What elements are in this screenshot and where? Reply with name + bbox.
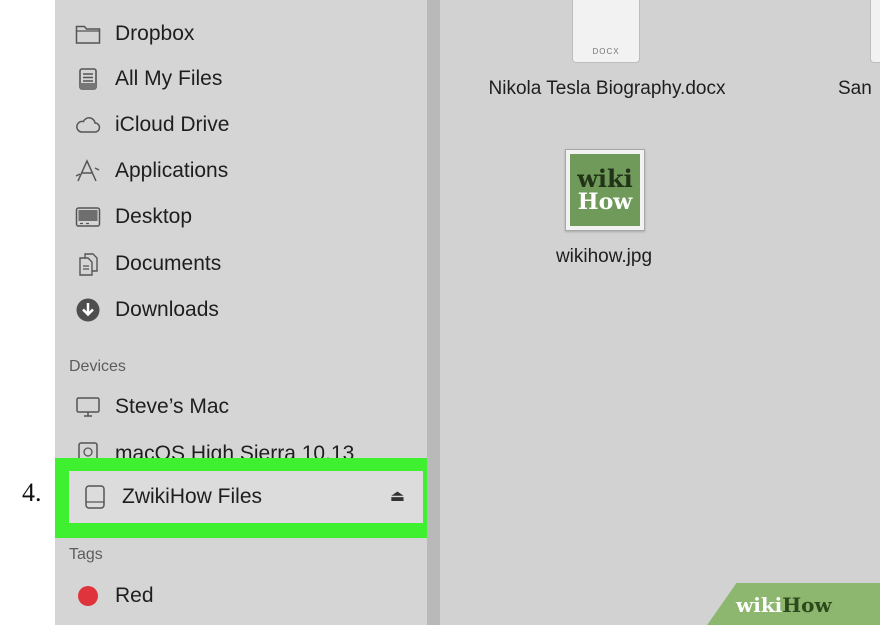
sidebar-item-documents[interactable]: Documents bbox=[75, 244, 221, 284]
thumbnail-text-line1: wiki bbox=[577, 164, 633, 193]
sidebar-item-downloads[interactable]: Downloads bbox=[75, 290, 219, 330]
sidebar-item-label: Downloads bbox=[115, 298, 219, 321]
applications-icon bbox=[75, 158, 101, 184]
sidebar-item-desktop[interactable]: Desktop bbox=[75, 197, 192, 237]
zwikihow-files-row: ZwikiHow Files bbox=[82, 471, 262, 523]
sidebar-item-label: Steve’s Mac bbox=[115, 395, 229, 418]
drive-icon bbox=[82, 484, 108, 510]
devices-section-label: Devices bbox=[69, 358, 126, 375]
file-icon-partial bbox=[870, 0, 880, 63]
sidebar-item-label: Red bbox=[115, 584, 154, 607]
step-number: 4. bbox=[22, 478, 42, 507]
sidebar-item-all-my-files[interactable]: All My Files bbox=[75, 59, 222, 99]
sidebar-item-dropbox[interactable]: Dropbox bbox=[75, 14, 194, 54]
wikihow-watermark: wikiHow bbox=[736, 593, 832, 617]
sidebar-item-icloud-drive[interactable]: iCloud Drive bbox=[75, 105, 229, 145]
file-name: Nikola Tesla Biography.docx bbox=[488, 78, 726, 99]
file-name: wikihow.jpg bbox=[555, 246, 653, 267]
eject-icon[interactable]: ⏏ bbox=[390, 486, 405, 506]
sidebar-item-label: Documents bbox=[115, 252, 222, 275]
cloud-icon bbox=[75, 112, 101, 138]
sidebar-item-label: ZwikiHow Files bbox=[122, 485, 263, 508]
all-files-icon bbox=[75, 66, 101, 92]
docx-icon-label: DOCX bbox=[592, 47, 620, 56]
sidebar-item-label: All My Files bbox=[115, 67, 223, 90]
red-tag-dot-icon bbox=[75, 583, 101, 609]
selection-highlight-box: ZwikiHow Files ⏏ bbox=[55, 458, 436, 538]
desktop-icon bbox=[75, 204, 101, 230]
sidebar-item-label: Desktop bbox=[115, 205, 193, 228]
documents-icon bbox=[75, 251, 101, 277]
sidebar-splitter[interactable] bbox=[427, 0, 440, 625]
image-thumbnail: wiki How bbox=[565, 149, 645, 231]
sidebar-item-label: Dropbox bbox=[115, 22, 195, 45]
file-browser-content: DOCX Nikola Tesla Biography.docx San wik… bbox=[440, 0, 880, 625]
folder-icon bbox=[75, 21, 101, 47]
sidebar-item-steves-mac[interactable]: Steve’s Mac bbox=[75, 387, 229, 427]
sidebar-item-label: Applications bbox=[115, 159, 229, 182]
sidebar-item-applications[interactable]: Applications bbox=[75, 151, 228, 191]
docx-file-icon: DOCX bbox=[572, 0, 640, 63]
file-name-partial[interactable]: San bbox=[838, 78, 872, 100]
tags-section-label: Tags bbox=[69, 546, 103, 563]
sidebar-item-tag-red[interactable]: Red bbox=[75, 576, 154, 616]
computer-icon bbox=[75, 394, 101, 420]
downloads-icon bbox=[75, 297, 101, 323]
sidebar-item-zwikihow-files[interactable]: ZwikiHow Files ⏏ bbox=[69, 471, 423, 523]
thumbnail-text-line2: How bbox=[577, 189, 633, 215]
sidebar-item-label: iCloud Drive bbox=[115, 113, 230, 136]
